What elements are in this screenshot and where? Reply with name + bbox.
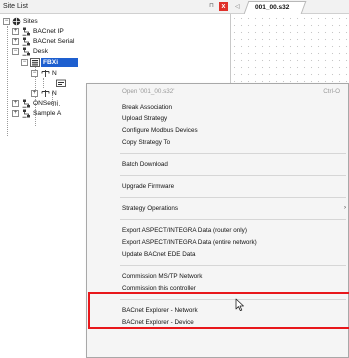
expand-icon[interactable]: + bbox=[12, 110, 19, 117]
tree-label: ONSemi bbox=[33, 100, 58, 107]
collapse-icon[interactable]: − bbox=[3, 18, 10, 25]
menu-separator bbox=[120, 153, 346, 154]
menu-item-copy-strategy[interactable]: Copy Strategy To bbox=[122, 138, 170, 147]
network-node-icon bbox=[41, 89, 50, 98]
network-icon bbox=[22, 37, 31, 46]
tree-label: BACnet IP bbox=[33, 28, 64, 35]
menu-item-export-router[interactable]: Export ASPECT/INTEGRA Data (router only) bbox=[122, 226, 247, 235]
tree-item-controller[interactable]: − FBXi bbox=[0, 57, 200, 68]
network-icon bbox=[22, 109, 31, 118]
menu-item-upload-strategy[interactable]: Upload Strategy bbox=[122, 114, 167, 123]
tree-label: Sample A bbox=[33, 110, 62, 117]
menu-item-open[interactable]: Open '001_00.s32' bbox=[122, 87, 342, 96]
menu-separator bbox=[120, 175, 346, 176]
menu-separator bbox=[120, 197, 346, 198]
tab-scroll-left-icon[interactable]: ◁ bbox=[235, 3, 240, 10]
collapse-icon[interactable]: − bbox=[21, 59, 28, 66]
menu-item-batch-download[interactable]: Batch Download bbox=[122, 160, 168, 169]
submenu-arrow-icon: › bbox=[344, 205, 346, 211]
tree-item-bacnet-serial[interactable]: + BACnet Serial bbox=[0, 37, 200, 46]
network-node-icon bbox=[41, 69, 50, 78]
expand-icon[interactable]: + bbox=[12, 100, 19, 107]
network-icon bbox=[22, 47, 31, 56]
menu-item-export-network[interactable]: Export ASPECT/INTEGRA Data (entire netwo… bbox=[122, 238, 257, 247]
menu-item-commission-mstp[interactable]: Commission MS/TP Network bbox=[122, 272, 202, 281]
panel-title: Site List bbox=[3, 3, 28, 10]
menu-separator bbox=[120, 219, 346, 220]
menu-shortcut: Ctrl-O bbox=[323, 88, 340, 95]
tree-label: N bbox=[52, 90, 57, 97]
mouse-cursor-icon bbox=[235, 298, 244, 311]
network-icon bbox=[22, 27, 31, 36]
tree-label: N bbox=[52, 70, 57, 77]
expand-icon[interactable]: + bbox=[12, 28, 19, 35]
menu-item-update-ede[interactable]: Update BACnet EDE Data bbox=[122, 250, 196, 259]
menu-item-upgrade-firmware[interactable]: Upgrade Firmware bbox=[122, 182, 174, 191]
menu-item-break-association[interactable]: Break Association bbox=[122, 103, 172, 112]
selected-node-label: FBXi bbox=[41, 58, 78, 67]
controller-icon bbox=[30, 58, 40, 67]
menu-separator bbox=[120, 265, 346, 266]
device-icon bbox=[56, 79, 66, 88]
tree-label: Desk bbox=[33, 48, 49, 55]
tree-label: BACnet Serial bbox=[33, 38, 75, 45]
tree-item-bacnet-ip[interactable]: + BACnet IP bbox=[0, 27, 200, 36]
menu-item-label: Open '001_00.s32' bbox=[122, 88, 175, 95]
tree-item-sites[interactable]: − Sites bbox=[0, 17, 200, 26]
collapse-icon[interactable]: − bbox=[31, 70, 38, 77]
site-list-header: Site List ⊓ x bbox=[0, 0, 231, 14]
expand-icon[interactable]: + bbox=[12, 38, 19, 45]
globe-icon bbox=[12, 17, 21, 26]
close-icon[interactable]: x bbox=[219, 2, 228, 11]
network-icon bbox=[22, 99, 31, 108]
expand-icon[interactable]: + bbox=[31, 90, 38, 97]
tree-label: Sites bbox=[23, 18, 38, 25]
highlight-annotation bbox=[88, 292, 349, 329]
document-tab-label[interactable]: 001_00.s32 bbox=[255, 4, 289, 11]
tree-item-desk[interactable]: − Desk bbox=[0, 47, 200, 56]
menu-item-strategy-operations[interactable]: Strategy Operations bbox=[122, 204, 178, 213]
pin-icon[interactable]: ⊓ bbox=[208, 3, 215, 10]
menu-item-configure-modbus[interactable]: Configure Modbus Devices bbox=[122, 126, 198, 135]
tree-item-child[interactable]: − N bbox=[0, 69, 200, 78]
collapse-icon[interactable]: − bbox=[12, 48, 19, 55]
